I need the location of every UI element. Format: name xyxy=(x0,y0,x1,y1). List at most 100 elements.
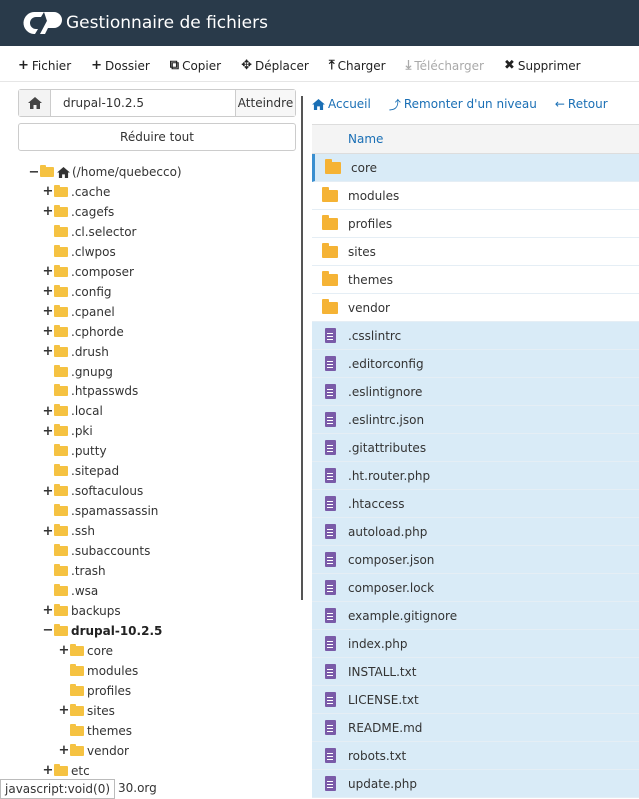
tree-item-label: (/home/quebecco) xyxy=(72,165,182,179)
file-name: .csslintrc xyxy=(348,328,402,343)
file-row[interactable]: core xyxy=(312,154,639,182)
file-row[interactable]: update.php xyxy=(312,770,639,798)
tree-item[interactable]: − (/home/quebecco) xyxy=(28,162,182,182)
expand-icon[interactable]: + xyxy=(42,524,54,539)
tree-item-label: vendor xyxy=(87,743,129,758)
tree-item[interactable]: + .pki xyxy=(42,421,93,441)
file-row[interactable]: profiles xyxy=(312,210,639,238)
file-icon xyxy=(312,636,348,651)
tree-item[interactable]: .spamassassin xyxy=(42,501,158,521)
name-column-header[interactable]: Name xyxy=(312,124,639,154)
tree-item[interactable]: .clwpos xyxy=(42,242,116,262)
tree-item[interactable]: profiles xyxy=(58,681,131,701)
tree-item[interactable]: + .cagefs xyxy=(42,202,115,222)
tree-item[interactable]: + .ssh xyxy=(42,521,95,541)
delete-button[interactable]: ✖ Supprimer xyxy=(504,50,581,82)
tree-item[interactable]: + .cache xyxy=(42,182,111,202)
tree-item[interactable]: themes xyxy=(58,721,132,741)
tree-item[interactable]: + .config xyxy=(42,282,112,302)
tree-item[interactable]: + .composer xyxy=(42,262,134,282)
folder-icon xyxy=(54,424,68,437)
file-row[interactable]: sites xyxy=(312,238,639,266)
expand-icon[interactable]: + xyxy=(42,264,54,279)
file-row[interactable]: .eslintrc.json xyxy=(312,406,639,434)
tree-item[interactable]: .gnupg xyxy=(42,362,113,382)
upload-button[interactable]: ⤒ Charger xyxy=(329,50,386,82)
expand-icon[interactable]: + xyxy=(42,284,54,299)
download-button[interactable]: ⤓ Télécharger xyxy=(406,50,484,82)
tree-item[interactable]: .putty xyxy=(42,441,107,461)
expand-icon[interactable]: + xyxy=(42,324,54,339)
file-row[interactable]: vendor xyxy=(312,294,639,322)
upload-icon: ⤒ xyxy=(328,58,335,73)
expand-icon[interactable]: + xyxy=(42,484,54,499)
tree-item[interactable]: + vendor xyxy=(58,741,129,761)
go-button[interactable]: Atteindre xyxy=(235,90,295,116)
copy-button[interactable]: ⧉ Copier xyxy=(170,50,221,82)
expand-icon[interactable]: + xyxy=(42,184,54,199)
tree-item[interactable]: + etc xyxy=(42,761,90,781)
file-row[interactable]: .gitattributes xyxy=(312,434,639,462)
tree-item[interactable]: + .drush xyxy=(42,342,109,362)
expand-icon[interactable]: + xyxy=(42,603,54,618)
nav-back-button[interactable]: ← Retour xyxy=(555,97,608,111)
expand-icon[interactable]: + xyxy=(42,304,54,319)
file-row[interactable]: themes xyxy=(312,266,639,294)
folder-icon xyxy=(70,643,84,656)
tree-item[interactable]: − drupal-10.2.5 xyxy=(42,621,163,641)
tree-item[interactable]: + .cpanel xyxy=(42,302,115,322)
expand-icon[interactable]: + xyxy=(42,424,54,439)
sidebar-scrollbar[interactable] xyxy=(301,96,303,600)
tree-item[interactable]: + .cphorde xyxy=(42,322,124,342)
expand-icon[interactable]: + xyxy=(42,344,54,359)
file-row[interactable]: robots.txt xyxy=(312,742,639,770)
expand-icon[interactable]: + xyxy=(58,643,70,658)
file-row[interactable]: index.php xyxy=(312,630,639,658)
file-row[interactable]: .csslintrc xyxy=(312,322,639,350)
file-row[interactable]: modules xyxy=(312,182,639,210)
new-folder-button[interactable]: + Dossier xyxy=(91,50,150,82)
tree-item[interactable]: .htpasswds xyxy=(42,381,138,401)
home-button[interactable] xyxy=(19,90,51,116)
file-row[interactable]: .ht.router.php xyxy=(312,462,639,490)
expand-icon[interactable]: + xyxy=(42,404,54,419)
tree-item[interactable]: + .local xyxy=(42,401,103,421)
file-name: .editorconfig xyxy=(348,356,424,371)
tree-item[interactable]: .trash xyxy=(42,561,106,581)
file-row[interactable]: composer.json xyxy=(312,546,639,574)
file-icon xyxy=(312,524,348,539)
collapse-icon[interactable]: − xyxy=(42,623,54,638)
file-row[interactable]: example.gitignore xyxy=(312,602,639,630)
expand-icon[interactable]: + xyxy=(42,204,54,219)
tree-item[interactable]: .cl.selector xyxy=(42,222,137,242)
file-row[interactable]: autoload.php xyxy=(312,518,639,546)
tree-item[interactable]: modules xyxy=(58,661,138,681)
file-row[interactable]: README.md xyxy=(312,714,639,742)
header-bar: Gestionnaire de fichiers xyxy=(0,0,639,46)
path-input[interactable] xyxy=(51,90,235,116)
expand-icon[interactable]: + xyxy=(42,763,54,778)
tree-item[interactable]: + core xyxy=(58,641,113,661)
file-row[interactable]: LICENSE.txt xyxy=(312,686,639,714)
file-name: LICENSE.txt xyxy=(348,692,419,707)
tree-item[interactable]: .subaccounts xyxy=(42,541,150,561)
collapse-icon[interactable]: − xyxy=(28,165,40,180)
tree-item[interactable]: + backups xyxy=(42,601,121,621)
cpanel-logo-icon xyxy=(23,11,62,34)
file-row[interactable]: composer.lock xyxy=(312,574,639,602)
tree-item[interactable]: + sites xyxy=(58,701,115,721)
tree-item[interactable]: .sitepad xyxy=(42,461,119,481)
new-file-button[interactable]: + Fichier xyxy=(18,50,71,82)
file-row[interactable]: .eslintignore xyxy=(312,378,639,406)
tree-item[interactable]: .wsa xyxy=(42,581,98,601)
file-row[interactable]: .editorconfig xyxy=(312,350,639,378)
nav-up-button[interactable]: ⤴ Remonter d'un niveau xyxy=(389,96,537,113)
expand-icon[interactable]: + xyxy=(58,703,70,718)
file-row[interactable]: INSTALL.txt xyxy=(312,658,639,686)
collapse-all-button[interactable]: Réduire tout xyxy=(18,123,296,151)
move-button[interactable]: ✥ Déplacer xyxy=(241,50,309,82)
expand-icon[interactable]: + xyxy=(58,743,70,758)
file-row[interactable]: .htaccess xyxy=(312,490,639,518)
nav-home-button[interactable]: Accueil xyxy=(312,97,371,111)
tree-item[interactable]: + .softaculous xyxy=(42,481,144,501)
